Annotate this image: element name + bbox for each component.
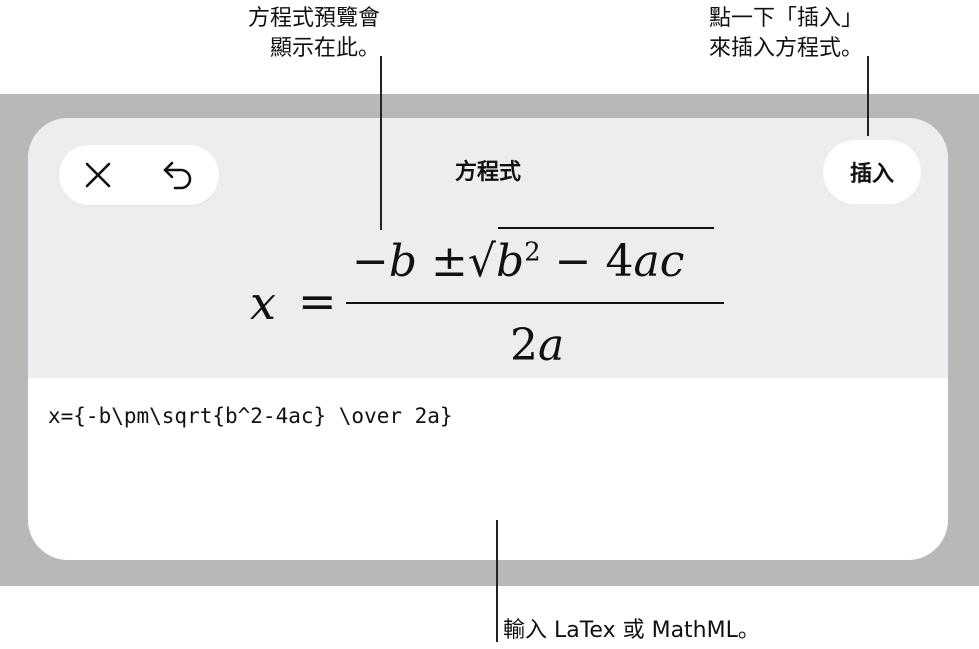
equation-sheet: 方程式 插入 x = −b ±√b2 − 4ac 2a x={-b\pm\sqr… [28,118,948,560]
callout-insert-line1: 點一下「插入」 [708,6,863,31]
callout-insert-text: 點一下「插入」 來插入方程式。 [663,4,863,64]
leader-line-input [496,520,498,642]
equation-preview-area: 方程式 插入 x = −b ±√b2 − 4ac 2a [28,118,948,378]
callout-preview-line2: 顯示在此。 [269,36,380,61]
radicand-exponent: 2 [524,237,541,268]
callout-insert-line2: 來插入方程式。 [708,36,863,61]
num-plus-minus: ± [431,236,468,287]
callout-preview-text: 方程式預覽會 顯示在此。 [200,4,380,64]
num-b: b [388,236,418,287]
radicand-ac: ac [633,236,685,287]
radical-bar [498,227,714,229]
formula-equals: = [298,274,337,328]
den-2: 2 [510,320,538,371]
num-minus: − [352,236,389,287]
formula-lhs: x [250,276,276,330]
fraction-line [346,302,724,304]
callout-preview-line1: 方程式預覽會 [247,6,380,31]
leader-line-preview [380,56,382,230]
radicand-b: b [495,236,525,287]
leader-line-insert [867,56,869,136]
den-a: a [538,320,565,371]
formula-numerator: −b ±√b2 − 4ac [352,236,684,287]
formula-denominator: 2a [510,320,564,371]
callout-input-text: 輸入 LaTex 或 MathML。 [503,618,760,643]
equation-preview: x = −b ±√b2 − 4ac 2a [28,118,948,378]
radical-sign: √ [467,236,496,287]
latex-input[interactable]: x={-b\pm\sqrt{b^2-4ac} \over 2a} [48,404,908,428]
radicand-rest: − 4 [540,236,634,287]
